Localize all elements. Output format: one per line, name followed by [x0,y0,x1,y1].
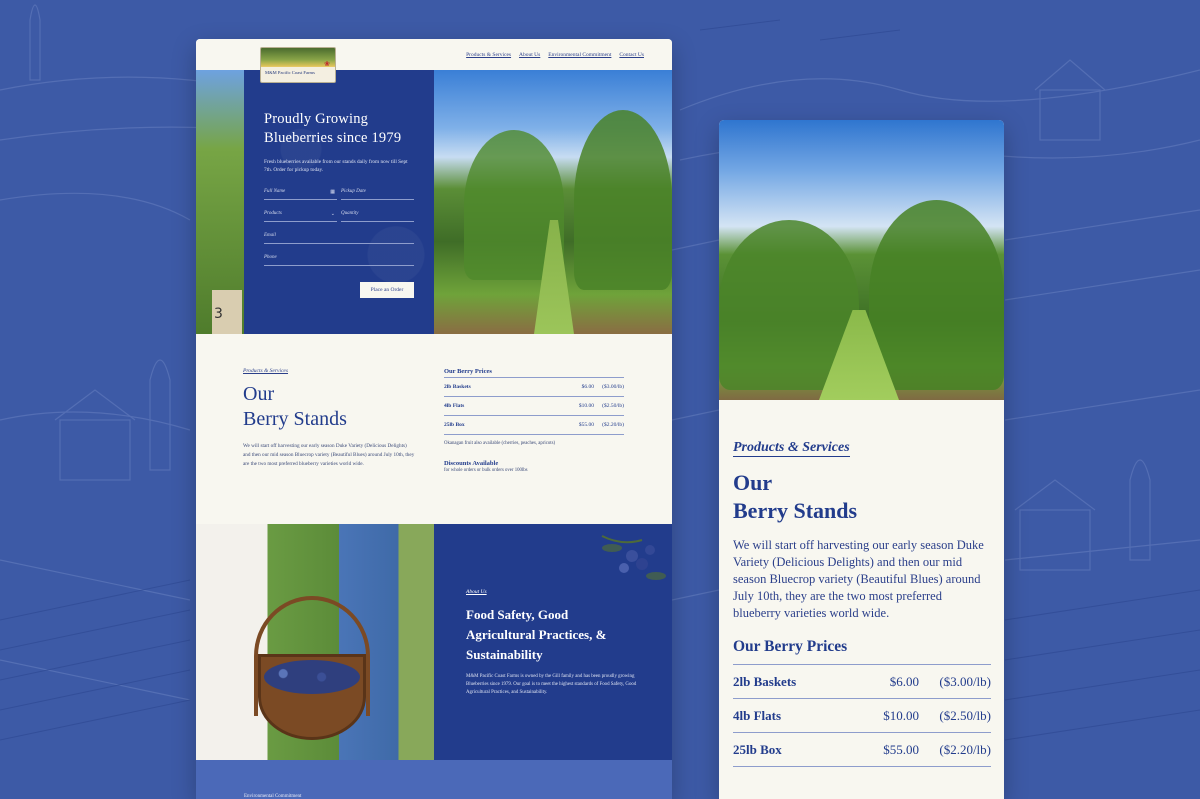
pickup-date-placeholder: Pickup Date [341,189,366,194]
full-name-placeholder: Full Name [264,189,286,194]
mobile-title: Our Berry Stands [733,469,991,525]
hero-section: 3 Proudly Growing Blueberries since 1979… [196,70,672,334]
chevron-down-icon: ⌄ [330,212,335,217]
section-body: We will start off harvesting our early s… [243,443,415,467]
section-title: Our Berry Stands [243,382,347,432]
quantity-field[interactable]: Quantity [341,208,414,222]
about-body: M&M Pacific Coast Farms is owned by the … [466,674,637,695]
environment-section: Environmental Commitment [196,760,672,799]
place-order-button[interactable]: Place an Order [360,282,414,298]
about-section: About Us Food Safety, Good Agricultural … [196,524,672,760]
post-number: 3 [214,306,223,322]
discount-subtitle: for whole orders or bulk orders over 100… [444,468,528,473]
fruit-note: Okanagan fruit also available (cherries,… [444,441,556,446]
email-placeholder: Email [264,233,276,238]
mobile-mockup: Products & Services Our Berry Stands We … [719,120,1004,799]
hero-subtitle: Fresh blueberries available from our sta… [264,159,408,173]
price-row: 2lb Baskets $6.00 ($3.00/lb) [444,378,624,397]
calendar-icon: ▦ [330,190,335,195]
phone-placeholder: Phone [264,255,277,260]
blueberry-branch-icon [601,535,666,580]
price-row: 25lb Box $55.00 ($2.20/lb) [444,416,624,435]
mobile-title-line2: Berry Stands [733,498,858,523]
phone-field[interactable]: Phone [264,252,414,266]
price-row: 4lb Flats $10.00 ($2.50/lb) [444,397,624,416]
nav-link-products[interactable]: Products & Services [466,52,511,58]
form-fields: Full Name ▦ Pickup Date Products ⌄ Quantit… [264,186,414,266]
section-title-line1: Our [243,383,275,405]
section-kicker[interactable]: Products & Services [243,368,288,374]
quantity-placeholder: Quantity [341,211,359,216]
order-form: Proudly Growing Blueberries since 1979 F… [244,70,434,334]
section-title-line2: Berry Stands [243,408,347,430]
products-placeholder: Products [264,211,282,216]
maple-leaf-icon: ❀ [324,60,330,68]
mobile-price-value: $10.00 [883,707,919,723]
products-select[interactable]: Products ⌄ [264,208,337,222]
nav-link-environment[interactable]: Environmental Commitment [548,52,611,58]
mobile-title-line1: Our [733,470,773,495]
price-table: Our Berry Prices 2lb Baskets $6.00 ($3.0… [444,368,624,473]
about-text-panel: About Us Food Safety, Good Agricultural … [434,524,672,760]
mobile-price-row: 2lb Baskets $6.00 ($3.00/lb) [733,665,991,699]
nav-link-contact[interactable]: Contact Us [619,52,644,58]
nav-link-about[interactable]: About Us [519,52,540,58]
blueberry-field-image [434,70,672,334]
mobile-price-name: 4lb Flats [733,707,782,723]
mobile-price-unit: ($2.20/lb) [939,741,991,757]
price-item-name: 2lb Baskets [444,384,471,390]
mobile-price-row: 4lb Flats $10.00 ($2.50/lb) [733,699,991,733]
price-item-price: $6.00 [581,384,594,390]
mobile-price-row: 25lb Box $55.00 ($2.20/lb) [733,733,991,767]
price-item-name: 4lb Flats [444,403,465,409]
mobile-price-unit: ($3.00/lb) [939,673,991,689]
pickup-date-field[interactable]: Pickup Date [341,186,414,200]
full-name-field[interactable]: Full Name ▦ [264,186,337,200]
berry-stands-section: Products & Services Our Berry Stands We … [196,334,672,524]
price-item-name: 25lb Box [444,422,465,428]
mobile-body: We will start off harvesting our early s… [733,538,984,620]
mobile-field-image [719,120,1004,400]
price-table-title: Our Berry Prices [444,368,624,378]
discount-title: Discounts Available [444,460,499,467]
row-marker-post: 3 [212,290,242,334]
about-kicker[interactable]: About Us [466,589,487,595]
kids-basket-image [196,524,434,760]
blueberries-icon [264,660,360,694]
price-item-unit: ($3.00/lb) [602,384,624,390]
price-item-price: $10.00 [578,403,594,409]
about-title: Food Safety, Good Agricultural Practices… [466,607,607,662]
mobile-prices-title: Our Berry Prices [733,638,991,665]
mobile-price-value: $55.00 [883,741,919,757]
logo-text: M&M Pacific Coast Farms [265,70,315,75]
mobile-price-unit: ($2.50/lb) [939,707,991,723]
farm-logo[interactable]: M&M Pacific Coast Farms ❀ [260,47,336,83]
price-item-price: $55.00 [578,422,594,428]
mobile-kicker[interactable]: Products & Services [733,440,850,457]
price-item-unit: ($2.20/lb) [602,422,624,428]
environment-label: Environmental Commitment [244,794,302,799]
nav-links: Products & Services About Us Environment… [466,52,644,58]
mobile-price-name: 25lb Box [733,741,782,757]
hero-title: Proudly Growing Blueberries since 1979 [264,111,402,146]
mobile-price-name: 2lb Baskets [733,673,797,689]
mobile-price-value: $6.00 [889,673,919,689]
mobile-stands-section: Products & Services Our Berry Stands We … [733,436,991,767]
price-item-unit: ($2.50/lb) [602,403,624,409]
email-field[interactable]: Email [264,230,414,244]
desktop-mockup: Products & Services About Us Environment… [196,39,672,799]
